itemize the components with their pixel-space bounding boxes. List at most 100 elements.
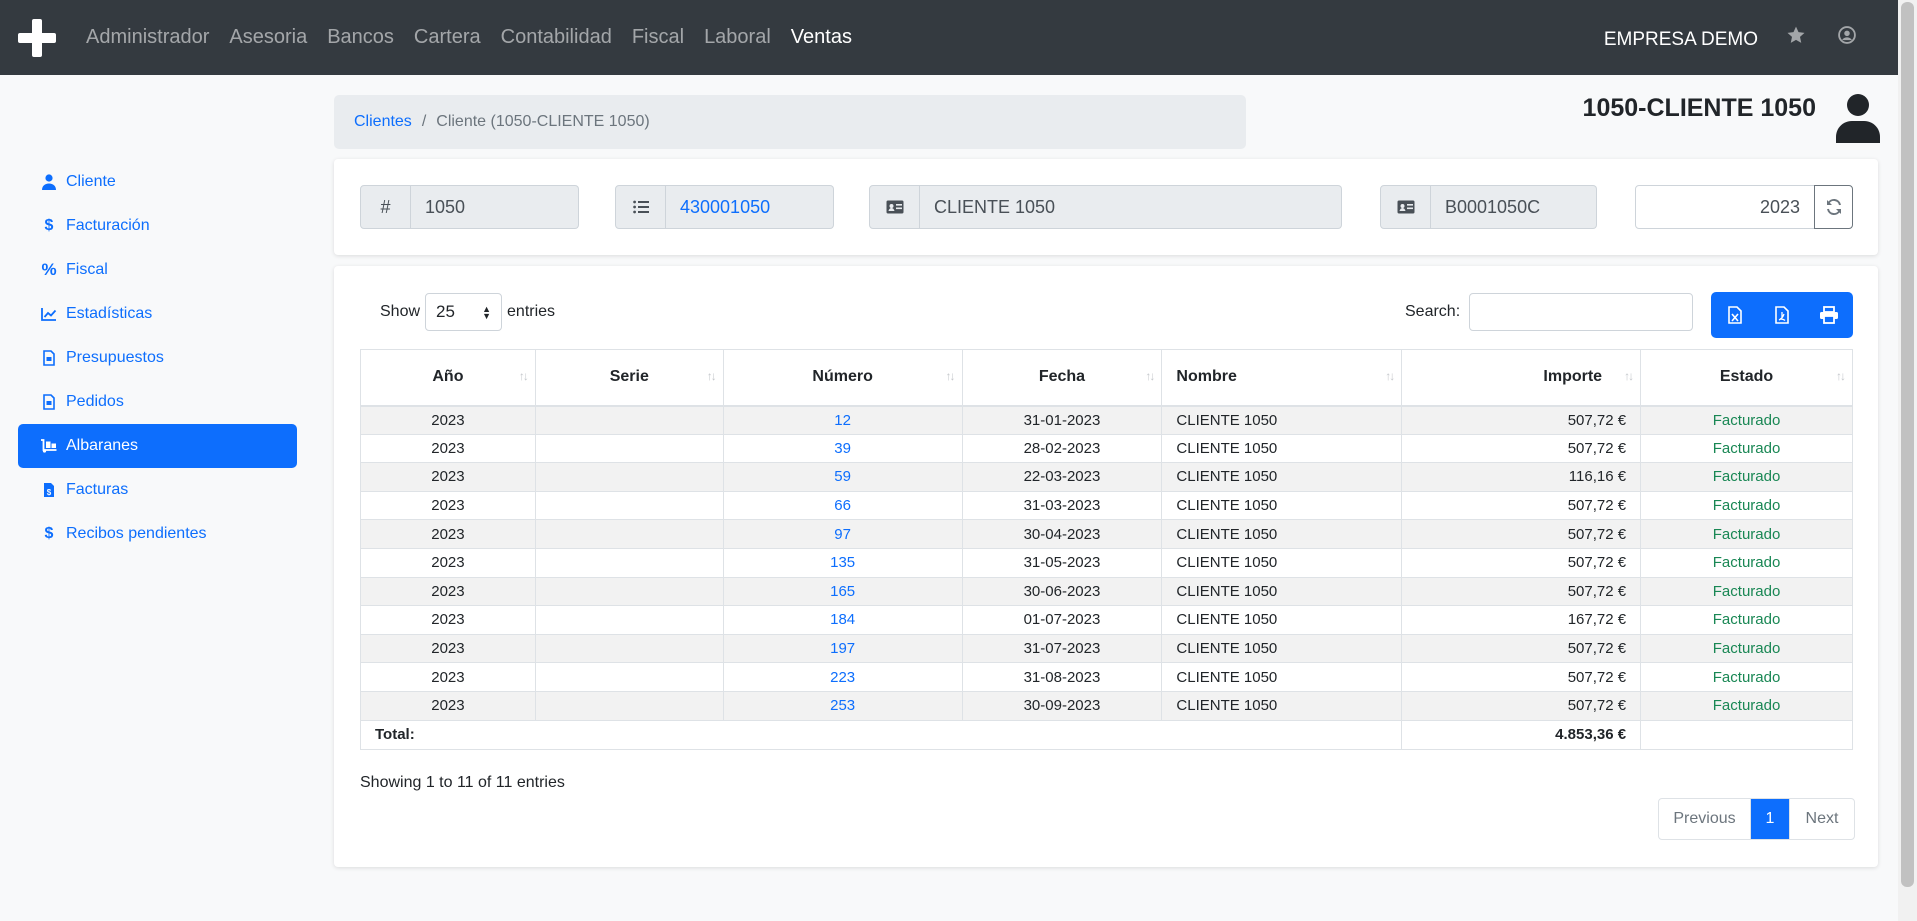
client-id-group: # 1050: [360, 185, 579, 229]
sidebar-item-label: Pedidos: [66, 393, 124, 410]
cell-numero-link[interactable]: 253: [722, 691, 963, 721]
pdf-icon: [1775, 306, 1789, 324]
table-row[interactable]: 2023 12 31-01-2023 CLIENTE 1050 507,72 € Fact…: [360, 405, 1853, 435]
sidebar-item-label: Facturas: [66, 481, 129, 498]
cell-nombre: CLIENTE 1050: [1161, 662, 1403, 692]
cell-importe: 507,72 €: [1401, 491, 1642, 521]
table-row[interactable]: 2023 165 30-06-2023 CLIENTE 1050 507,72 € Fac…: [360, 577, 1853, 607]
nav-item-ventas[interactable]: Ventas: [791, 26, 852, 49]
cell-year: 2023: [360, 662, 536, 692]
cell-numero-link[interactable]: 223: [722, 662, 963, 692]
cell-serie: [534, 662, 724, 692]
cell-fecha: 31-05-2023: [961, 548, 1163, 578]
sidebar-item-estadisticas[interactable]: Estadísticas: [18, 292, 297, 336]
column-header-ano[interactable]: Año ↑↓: [360, 349, 536, 407]
refresh-button[interactable]: [1814, 185, 1853, 229]
column-header-numero[interactable]: Número ↑↓: [722, 349, 963, 407]
sidebar-item-label: Estadísticas: [66, 305, 153, 322]
column-header-fecha[interactable]: Fecha ↑↓: [961, 349, 1163, 407]
sidebar-item-label: Facturación: [66, 217, 150, 234]
cell-numero-link[interactable]: 184: [722, 605, 963, 635]
cell-importe: 167,72 €: [1401, 605, 1642, 635]
cell-importe: 116,16 €: [1401, 462, 1642, 492]
sidebar-item-albaranes[interactable]: Albaranes: [18, 424, 297, 468]
plus-logo-icon[interactable]: [18, 19, 56, 57]
cell-year: 2023: [360, 691, 536, 721]
next-button[interactable]: Next: [1789, 799, 1854, 839]
previous-button[interactable]: Previous: [1659, 799, 1751, 839]
column-header-importe[interactable]: Importe ↑↓: [1401, 349, 1642, 407]
cell-nombre: CLIENTE 1050: [1161, 605, 1403, 635]
cell-importe: 507,72 €: [1401, 434, 1642, 464]
cell-numero-link[interactable]: 39: [722, 434, 963, 464]
sort-icon: ↑↓: [1836, 369, 1846, 383]
page-1-button[interactable]: 1: [1751, 799, 1789, 839]
column-header-serie[interactable]: Serie ↑↓: [534, 349, 724, 407]
cell-nombre: CLIENTE 1050: [1161, 462, 1403, 492]
export-excel-button[interactable]: [1711, 292, 1758, 338]
table-row[interactable]: 2023 66 31-03-2023 CLIENTE 1050 507,72 € Fact…: [360, 491, 1853, 521]
cell-numero-link[interactable]: 66: [722, 491, 963, 521]
top-navbar: Administrador Asesoria Bancos Cartera Co…: [0, 0, 1898, 75]
percent-icon: %: [41, 260, 57, 279]
scrollbar-thumb[interactable]: [1901, 2, 1914, 887]
entries-length-select[interactable]: 25 ▲ ▼: [425, 293, 503, 331]
nav-item-asesoria[interactable]: Asesoria: [229, 26, 307, 49]
column-header-estado[interactable]: Estado ↑↓: [1640, 349, 1853, 407]
user-circle-icon[interactable]: [1837, 25, 1859, 47]
table-row[interactable]: 2023 59 22-03-2023 CLIENTE 1050 116,16 € Fact…: [360, 462, 1853, 492]
table-row[interactable]: 2023 184 01-07-2023 CLIENTE 1050 167,72 € Fac…: [360, 605, 1853, 635]
cell-numero-link[interactable]: 12: [722, 405, 963, 435]
column-header-nombre[interactable]: Nombre ↑↓: [1161, 349, 1403, 407]
show-label: Show: [380, 303, 421, 320]
table-row[interactable]: 2023 135 31-05-2023 CLIENTE 1050 507,72 € Fac…: [360, 548, 1853, 578]
table-row[interactable]: 2023 97 30-04-2023 CLIENTE 1050 507,72 € Fact…: [360, 519, 1853, 549]
sidebar-item-recibos-pendientes[interactable]: $ Recibos pendientes: [18, 512, 297, 556]
nav-item-laboral[interactable]: Laboral: [704, 26, 771, 49]
sidebar-item-fiscal[interactable]: % Fiscal: [18, 248, 297, 292]
sidebar-item-pedidos[interactable]: Pedidos: [18, 380, 297, 424]
table-row[interactable]: 2023 39 28-02-2023 CLIENTE 1050 507,72 € Fact…: [360, 434, 1853, 464]
cell-numero-link[interactable]: 59: [722, 462, 963, 492]
cell-numero-link[interactable]: 135: [722, 548, 963, 578]
cell-importe: 507,72 €: [1401, 548, 1642, 578]
sidebar-item-facturas[interactable]: $ Facturas: [18, 468, 297, 512]
file-invoice-dollar-icon: $: [40, 482, 58, 498]
client-account-link[interactable]: 430001050: [666, 185, 834, 229]
nav-item-fiscal[interactable]: Fiscal: [632, 26, 684, 49]
page-scrollbar[interactable]: [1898, 0, 1917, 921]
nav-item-cartera[interactable]: Cartera: [414, 26, 481, 49]
select-arrows-icon: ▲ ▼: [482, 304, 492, 321]
year-input[interactable]: 2023: [1635, 185, 1815, 229]
page-title: 1050-CLIENTE 1050: [1582, 94, 1816, 122]
table-total-row: Total: 4.853,36 €: [359, 720, 1853, 750]
cell-numero-link[interactable]: 197: [722, 634, 963, 664]
print-button[interactable]: [1806, 292, 1853, 338]
cell-fecha: 01-07-2023: [961, 605, 1163, 635]
search-input[interactable]: [1469, 293, 1694, 331]
cell-serie: [534, 491, 724, 521]
sidebar-item-facturacion[interactable]: $ Facturación: [18, 204, 297, 248]
table-row[interactable]: 2023 197 31-07-2023 CLIENTE 1050 507,72 € Fac…: [360, 634, 1853, 664]
cell-nombre: CLIENTE 1050: [1161, 519, 1403, 549]
cell-serie: [534, 434, 724, 464]
table-row[interactable]: 2023 223 31-08-2023 CLIENTE 1050 507,72 € Fac…: [360, 662, 1853, 692]
sidebar-item-cliente[interactable]: Cliente: [18, 160, 297, 204]
sidebar-item-label: Cliente: [66, 173, 116, 190]
cell-year: 2023: [360, 605, 536, 635]
cell-year: 2023: [360, 548, 536, 578]
cell-numero-link[interactable]: 97: [722, 519, 963, 549]
cell-numero-link[interactable]: 165: [722, 577, 963, 607]
star-icon[interactable]: [1786, 25, 1808, 47]
company-menu[interactable]: EMPRESA DEMO: [1604, 29, 1758, 51]
cell-nombre: CLIENTE 1050: [1161, 491, 1403, 521]
nav-item-administrador[interactable]: Administrador: [86, 26, 209, 49]
table-row[interactable]: 2023 253 30-09-2023 CLIENTE 1050 507,72 € Fac…: [360, 691, 1853, 721]
nav-item-contabilidad[interactable]: Contabilidad: [501, 26, 612, 49]
breadcrumb-link-clientes[interactable]: Clientes: [354, 113, 412, 131]
sidebar-item-presupuestos[interactable]: Presupuestos: [18, 336, 297, 380]
export-pdf-button[interactable]: [1758, 292, 1805, 338]
breadcrumb-current: Cliente (1050-CLIENTE 1050): [436, 113, 650, 130]
nav-item-bancos[interactable]: Bancos: [327, 26, 394, 49]
cell-estado: Facturado: [1640, 634, 1853, 664]
